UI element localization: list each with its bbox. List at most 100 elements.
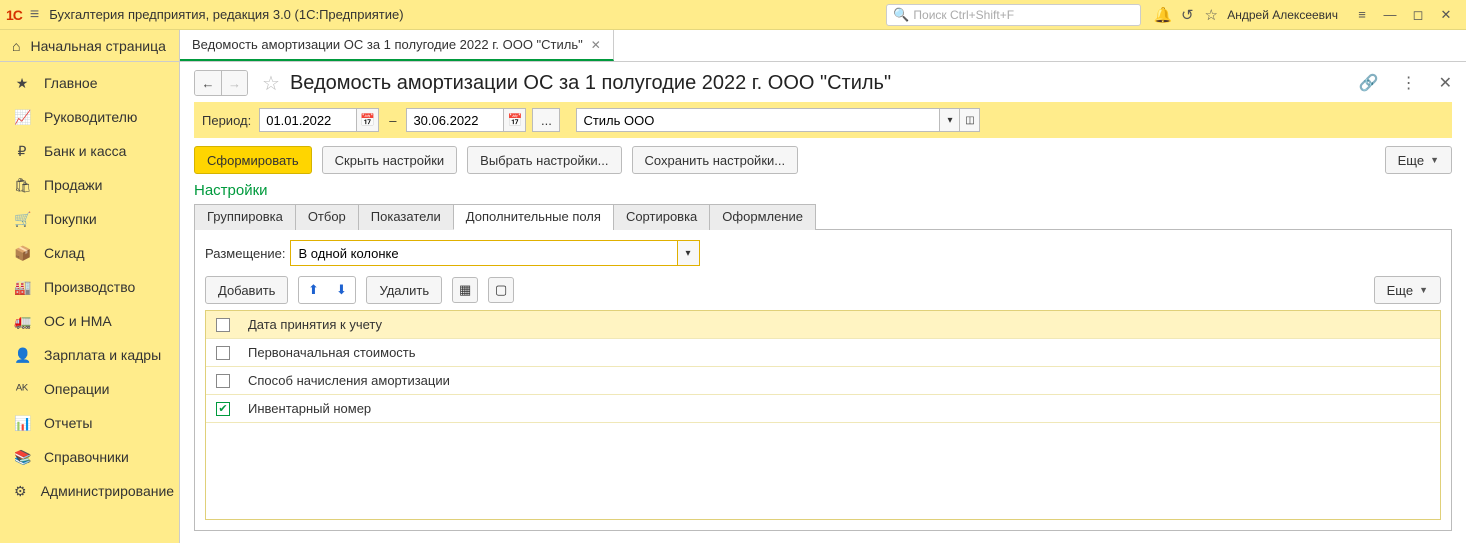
- minimize-icon[interactable]: —: [1376, 7, 1404, 22]
- placement-input[interactable]: [291, 241, 677, 265]
- sidebar-item-label: Операции: [44, 381, 110, 397]
- tool-row: Добавить ⬆ ⬇ Удалить ▦ ▢ Еще▼: [205, 276, 1441, 304]
- close-page-icon[interactable]: ✕: [1439, 73, 1452, 93]
- history-icon[interactable]: ↺: [1175, 6, 1199, 24]
- field-checkbox[interactable]: [216, 346, 230, 360]
- sidebar-item-0[interactable]: ★Главное: [0, 66, 179, 100]
- favorite-icon[interactable]: ☆: [262, 71, 280, 96]
- uncheck-all-icon[interactable]: ▢: [488, 277, 514, 303]
- field-row-1[interactable]: Первоначальная стоимость: [206, 339, 1440, 367]
- sidebar-item-label: Администрирование: [41, 483, 175, 499]
- nav-arrows: ← →: [194, 70, 248, 96]
- link-icon[interactable]: 🔗: [1359, 73, 1379, 93]
- field-row-2[interactable]: Способ начисления амортизации: [206, 367, 1440, 395]
- sidebar-item-label: Главное: [44, 75, 98, 91]
- field-checkbox[interactable]: [216, 374, 230, 388]
- delete-button[interactable]: Удалить: [366, 276, 442, 304]
- settings-tab-1[interactable]: Отбор: [295, 204, 359, 230]
- field-row-0[interactable]: Дата принятия к учету: [206, 311, 1440, 339]
- sidebar-icon: 🛍: [14, 177, 30, 194]
- bell-icon[interactable]: 🔔: [1151, 6, 1175, 24]
- sidebar-item-8[interactable]: 👤Зарплата и кадры: [0, 338, 179, 372]
- kebab-icon[interactable]: ⋮: [1401, 73, 1417, 93]
- star-icon[interactable]: ☆: [1199, 6, 1223, 24]
- sidebar-icon: 🚛: [14, 313, 30, 330]
- move-up-icon[interactable]: ⬆: [301, 279, 325, 301]
- sidebar-item-10[interactable]: 📊Отчеты: [0, 406, 179, 440]
- field-label: Первоначальная стоимость: [248, 345, 416, 360]
- field-checkbox[interactable]: [216, 402, 230, 416]
- sidebar-item-12[interactable]: ⚙Администрирование: [0, 474, 179, 508]
- org-open-icon[interactable]: ◫: [959, 109, 979, 131]
- settings-tab-4[interactable]: Сортировка: [613, 204, 710, 230]
- nav-forward-button[interactable]: →: [221, 71, 247, 95]
- date-from-wrap: 📅: [259, 108, 379, 132]
- more-button[interactable]: Еще▼: [1385, 146, 1452, 174]
- sidebar-item-6[interactable]: 🏭Производство: [0, 270, 179, 304]
- user-name[interactable]: Андрей Алексеевич: [1227, 8, 1338, 22]
- sidebar-item-label: Руководителю: [44, 109, 137, 125]
- maximize-icon[interactable]: ◻: [1404, 7, 1432, 23]
- field-checkbox[interactable]: [216, 318, 230, 332]
- field-label: Способ начисления амортизации: [248, 373, 450, 388]
- settings-tab-0[interactable]: Группировка: [194, 204, 296, 230]
- select-settings-button[interactable]: Выбрать настройки...: [467, 146, 621, 174]
- search-placeholder: Поиск Ctrl+Shift+F: [913, 8, 1014, 22]
- app-title: Бухгалтерия предприятия, редакция 3.0 (1…: [49, 7, 403, 22]
- search-input[interactable]: 🔍 Поиск Ctrl+Shift+F: [886, 4, 1141, 26]
- date-from-input[interactable]: [260, 109, 356, 131]
- top-bar: 1C ≡ Бухгалтерия предприятия, редакция 3…: [0, 0, 1466, 30]
- nav-back-button[interactable]: ←: [195, 71, 221, 95]
- placement-dropdown-icon[interactable]: ▾: [677, 241, 699, 265]
- org-dropdown-icon[interactable]: ▾: [939, 109, 959, 131]
- sidebar-icon: 📊: [14, 415, 30, 432]
- org-wrap: ▾ ◫: [576, 108, 980, 132]
- sidebar-item-7[interactable]: 🚛 ОС и НМА: [0, 304, 179, 338]
- date-from-calendar-icon[interactable]: 📅: [356, 109, 378, 131]
- date-to-calendar-icon[interactable]: 📅: [503, 109, 525, 131]
- settings-tab-3[interactable]: Дополнительные поля: [453, 204, 614, 230]
- sidebar-item-label: Покупки: [44, 211, 97, 227]
- period-dots-button[interactable]: ...: [532, 108, 560, 132]
- check-all-icon[interactable]: ▦: [452, 277, 478, 303]
- org-input[interactable]: [577, 109, 939, 131]
- sidebar-item-2[interactable]: ₽Банк и касса: [0, 134, 179, 168]
- home-label: Начальная страница: [30, 38, 165, 54]
- close-icon[interactable]: ✕: [1432, 7, 1460, 23]
- home-tab[interactable]: ⌂ Начальная страница: [0, 30, 180, 61]
- settings-tab-5[interactable]: Оформление: [709, 204, 816, 230]
- sidebar-item-5[interactable]: 📦 Склад: [0, 236, 179, 270]
- sidebar-item-label: ОС и НМА: [44, 313, 112, 329]
- main-area: ← → ☆ Ведомость амортизации ОС за 1 полу…: [180, 62, 1466, 543]
- settings-tab-2[interactable]: Показатели: [358, 204, 454, 230]
- tabs-row: ⌂ Начальная страница Ведомость амортизац…: [0, 30, 1466, 62]
- sidebar-item-3[interactable]: 🛍Продажи: [0, 168, 179, 202]
- sidebar-item-label: Склад: [44, 245, 85, 261]
- window-menu-icon[interactable]: ≡: [1348, 7, 1376, 22]
- move-down-icon[interactable]: ⬇: [329, 279, 353, 301]
- tool-more-button[interactable]: Еще▼: [1374, 276, 1441, 304]
- sidebar: ★Главное📈Руководителю₽Банк и касса🛍Прода…: [0, 62, 180, 543]
- title-bar: ← → ☆ Ведомость амортизации ОС за 1 полу…: [194, 70, 1452, 96]
- page-title: Ведомость амортизации ОС за 1 полугодие …: [290, 72, 891, 95]
- sidebar-item-4[interactable]: 🛒Покупки: [0, 202, 179, 236]
- open-tab[interactable]: Ведомость амортизации ОС за 1 полугодие …: [180, 30, 614, 61]
- sidebar-item-9[interactable]: ᴬᴷОперации: [0, 372, 179, 406]
- menu-icon[interactable]: ≡: [30, 6, 39, 24]
- save-settings-button[interactable]: Сохранить настройки...: [632, 146, 799, 174]
- layout: ★Главное📈Руководителю₽Банк и касса🛍Прода…: [0, 62, 1466, 543]
- settings-tabs: ГруппировкаОтборПоказателиДополнительные…: [194, 203, 1452, 230]
- sidebar-item-1[interactable]: 📈Руководителю: [0, 100, 179, 134]
- hide-settings-button[interactable]: Скрыть настройки: [322, 146, 458, 174]
- date-to-input[interactable]: [407, 109, 503, 131]
- field-row-3[interactable]: Инвентарный номер: [206, 395, 1440, 423]
- form-button[interactable]: Сформировать: [194, 146, 312, 174]
- search-icon: 🔍: [893, 7, 909, 23]
- sidebar-item-label: Производство: [44, 279, 135, 295]
- open-tab-label: Ведомость амортизации ОС за 1 полугодие …: [192, 37, 583, 52]
- add-button[interactable]: Добавить: [205, 276, 288, 304]
- action-row: Сформировать Скрыть настройки Выбрать на…: [194, 146, 1452, 174]
- sidebar-item-11[interactable]: 📚Справочники: [0, 440, 179, 474]
- sidebar-icon: 📦: [14, 245, 30, 262]
- tab-close-icon[interactable]: ✕: [591, 38, 601, 52]
